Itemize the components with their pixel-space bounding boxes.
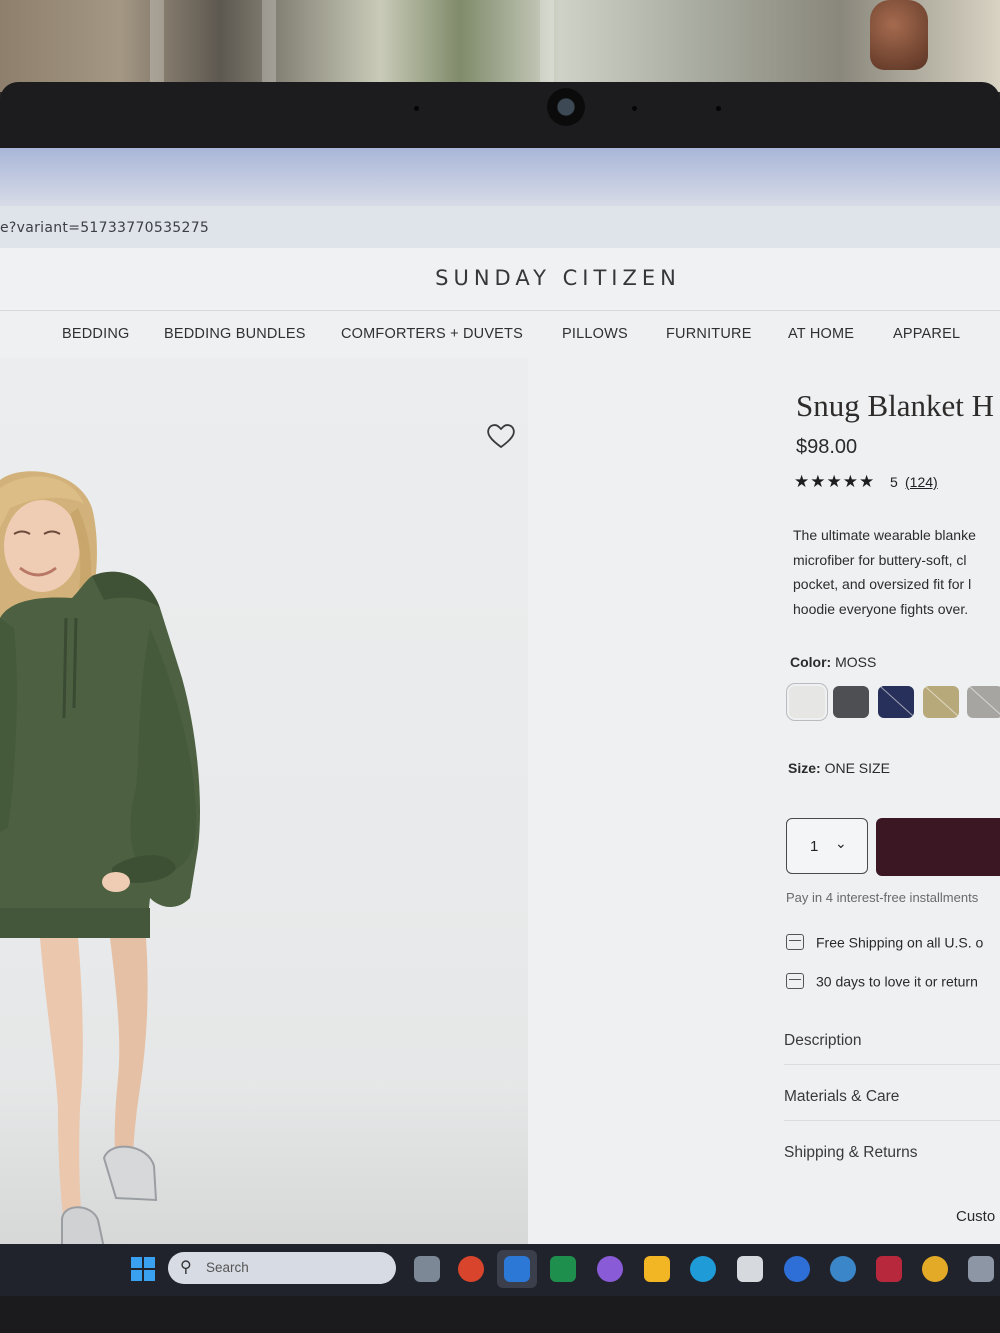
accordion-shipping-returns[interactable]: Shipping & Returns (784, 1144, 1000, 1176)
rating-stars-icon[interactable]: ★★★★★ (794, 472, 875, 492)
site-logo[interactable]: SUNDAY CITIZEN (0, 266, 1000, 290)
size-value: ONE SIZE (824, 760, 890, 776)
task-view-icon[interactable] (414, 1256, 440, 1282)
screen: e?variant=51733770535275 SUNDAY CITIZEN … (0, 148, 1000, 1248)
word-icon[interactable] (504, 1256, 530, 1282)
product-description: The ultimate wearable blanke microfiber … (793, 523, 1000, 621)
accordion-materials-care[interactable]: Materials & Care (784, 1088, 1000, 1121)
hp-icon[interactable] (784, 1256, 810, 1282)
perk-free-shipping: Free Shipping on all U.S. o (786, 933, 984, 951)
sensor-dot (716, 106, 721, 111)
installments-note[interactable]: Pay in 4 interest-free installments (786, 890, 978, 905)
color-swatch-cream[interactable] (789, 686, 825, 718)
nav-item-bedding[interactable]: BEDDING (62, 326, 129, 342)
wishlist-heart-icon[interactable] (486, 422, 516, 450)
app-icon[interactable] (458, 1256, 484, 1282)
quantity-select[interactable]: 1 ⌄ (786, 818, 868, 874)
product-title: Snug Blanket H (796, 388, 995, 423)
search-icon: ⚲ (180, 1259, 192, 1276)
color-swatch-grey[interactable] (967, 686, 1000, 718)
accordion-description[interactable]: Description (784, 1032, 1000, 1065)
nav-item-comforters-duvets[interactable]: COMFORTERS + DUVETS (341, 326, 523, 342)
support-icon[interactable] (830, 1256, 856, 1282)
color-value: MOSS (835, 654, 877, 670)
search-placeholder: Search (206, 1260, 249, 1275)
sensor-dot (414, 106, 419, 111)
sold-out-slash (967, 686, 1000, 718)
product-price: $98.00 (796, 436, 858, 458)
nav-item-furniture[interactable]: FURNITURE (666, 326, 752, 342)
curtain (262, 0, 276, 92)
customer-service-link[interactable]: Custo (956, 1208, 995, 1225)
return-box-icon (786, 973, 804, 990)
nav-item-apparel[interactable]: APPAREL (893, 326, 960, 342)
windows-start-icon[interactable] (131, 1257, 155, 1281)
chrome-icon[interactable] (922, 1256, 948, 1282)
curtain (150, 0, 164, 92)
description-line: The ultimate wearable blanke (793, 527, 976, 543)
main-nav: BEDDING BEDDING BUNDLES COMFORTERS + DUV… (0, 310, 1000, 360)
rating-value: 5 (890, 474, 898, 490)
add-to-cart-button[interactable] (876, 818, 1000, 876)
nav-item-bedding-bundles[interactable]: BEDDING BUNDLES (164, 326, 306, 342)
description-line: pocket, and oversized fit for l (793, 576, 972, 592)
perk-text: 30 days to love it or return (816, 973, 978, 990)
perk-returns: 30 days to love it or return (786, 972, 978, 990)
nav-item-at-home[interactable]: AT HOME (788, 326, 854, 342)
color-swatch-navy[interactable] (878, 686, 914, 718)
windows-taskbar: ⚲ Search (0, 1244, 1000, 1296)
color-option-label: Color: MOSS (790, 654, 876, 670)
review-count-link[interactable]: (124) (905, 474, 938, 490)
address-bar[interactable]: e?variant=51733770535275 (0, 206, 1000, 249)
site-header: SUNDAY CITIZEN (0, 248, 1000, 310)
description-line: hoodie everyone fights over. (793, 600, 969, 617)
size-label: Size: (788, 760, 821, 776)
size-option-label: Size: ONE SIZE (788, 760, 890, 776)
laptop-lower-bezel (0, 1296, 1000, 1333)
curtain (540, 0, 554, 92)
quantity-value: 1 (810, 838, 819, 855)
webcam (547, 88, 585, 126)
vase (870, 0, 928, 70)
description-line: microfiber for buttery-soft, cl (793, 551, 967, 568)
excel-icon[interactable] (550, 1256, 576, 1282)
model-in-hoodie (0, 471, 201, 1248)
calculator-icon[interactable] (968, 1256, 994, 1282)
perk-text: Free Shipping on all U.S. o (816, 934, 984, 951)
copilot-icon[interactable] (597, 1256, 623, 1282)
color-label: Color: (790, 654, 832, 670)
taskbar-search[interactable]: ⚲ Search (168, 1252, 396, 1284)
browser-tab-strip (0, 148, 1000, 206)
url-text[interactable]: e?variant=51733770535275 (0, 220, 209, 236)
room-background (0, 0, 1000, 92)
mcafee-icon[interactable] (876, 1256, 902, 1282)
store-icon[interactable] (737, 1256, 763, 1282)
truck-icon (786, 934, 804, 951)
sold-out-slash (878, 686, 914, 718)
edge-icon[interactable] (690, 1256, 716, 1282)
nav-item-pillows[interactable]: PILLOWS (562, 326, 628, 342)
sensor-dot (632, 106, 637, 111)
color-swatch-charcoal[interactable] (833, 686, 869, 718)
chevron-down-icon: ⌄ (835, 835, 847, 851)
sold-out-slash (923, 686, 959, 718)
color-swatch-sand[interactable] (923, 686, 959, 718)
file-explorer-icon[interactable] (644, 1256, 670, 1282)
